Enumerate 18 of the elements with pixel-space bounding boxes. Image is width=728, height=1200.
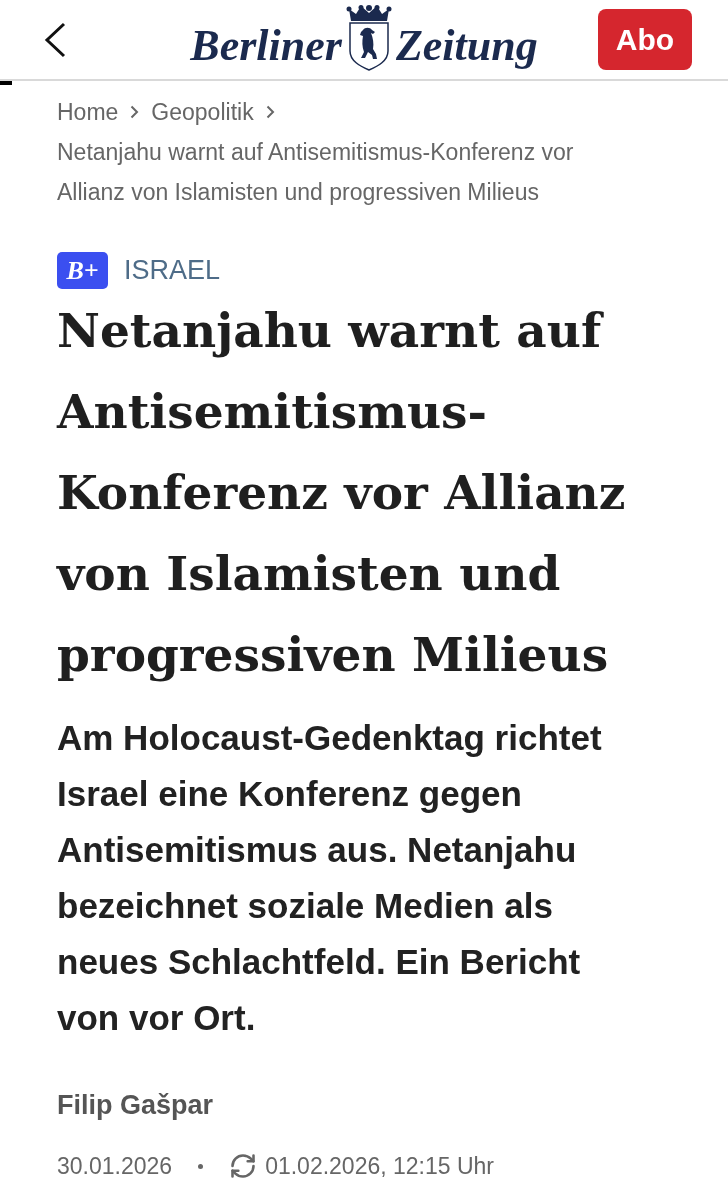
update-date: 01.02.2026, 12:15 Uhr: [265, 1151, 495, 1181]
breadcrumb-link[interactable]: Home: [57, 92, 119, 132]
article-headline: Netanjahu warnt auf Antisemitismus-Konferenz vor Allianz von Islamisten und progressiven Milieus: [57, 302, 627, 684]
refresh-icon: [229, 1152, 258, 1180]
category-label[interactable]: ISRAEL: [124, 250, 221, 290]
crowned-bear-shield-icon: [345, 4, 392, 71]
subscribe-button[interactable]: Abo: [598, 9, 692, 70]
back-chevron-icon: [43, 21, 67, 58]
author-name[interactable]: Filip Gašpar: [57, 1085, 671, 1125]
logo-text: Zeitung: [395, 20, 538, 71]
publish-date: 30.01.2026: [57, 1151, 173, 1181]
breadcrumb-link[interactable]: Geopolitik: [151, 92, 254, 132]
chevron-right-icon: [265, 105, 275, 119]
chevron-right-icon: [130, 105, 140, 119]
article-teaser: Am Holocaust-Gedenktag richtet Israel eine Konferenz gegen Antisemitismus aus. Netanjahu bezeichnet soziale Medien als neues Schlachtfeld. Ein Bericht von vor Ort.: [57, 717, 603, 1039]
breadcrumb-current: Netanjahu warnt auf Antisemitismus-Konferenz vor Allianz von Islamisten und progressiven Milieus: [57, 138, 575, 207]
logo-text: Berliner: [190, 20, 342, 71]
plus-badge: B+: [57, 251, 108, 289]
